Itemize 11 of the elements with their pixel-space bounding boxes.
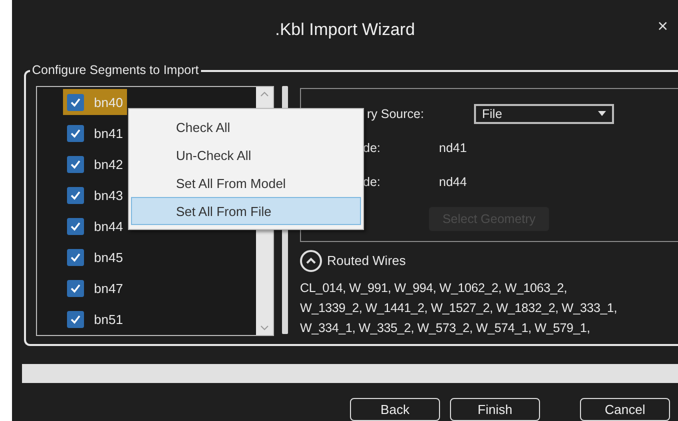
field-label: de: bbox=[362, 174, 382, 189]
node-value: nd41 bbox=[439, 140, 467, 155]
section-title: Routed Wires bbox=[327, 253, 406, 268]
wire-list-text: CL_014, W_991, W_994, W_1062_2, W_1063_2, bbox=[300, 280, 568, 297]
window-title: .Kbl Import Wizard bbox=[275, 20, 415, 40]
wire-list-text: W_1339_2, W_1441_2, W_1527_2, W_1832_2, W_333_1, bbox=[300, 300, 618, 317]
wire-list-text: W_334_1, W_335_2, W_573_2, W_574_1, W_579_1, bbox=[300, 320, 592, 337]
field-label: de: bbox=[362, 140, 382, 155]
field-label: ry Source: bbox=[366, 106, 425, 121]
node-value: nd44 bbox=[439, 174, 467, 189]
group-title: Configure Segments to Import bbox=[30, 62, 201, 77]
